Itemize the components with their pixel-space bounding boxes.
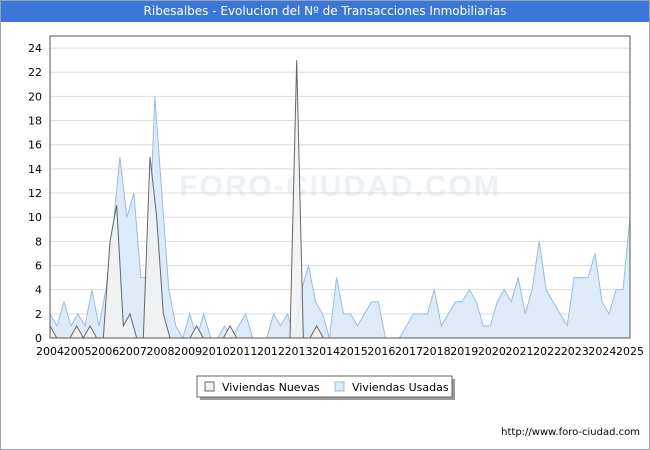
legend-swatch-viviendas-nuevas <box>204 381 215 392</box>
legend-label-viviendas-usadas: Viviendas Usadas <box>352 381 449 394</box>
y-tick-label: 12 <box>28 187 42 200</box>
x-tick-label: 2023 <box>561 345 589 358</box>
x-tick-label: 2011 <box>229 345 257 358</box>
x-tick-label: 2017 <box>395 345 423 358</box>
x-tick-label: 2024 <box>588 345 616 358</box>
x-tick-label: 2021 <box>506 345 534 358</box>
y-tick-label: 10 <box>28 211 42 224</box>
y-tick-label: 16 <box>28 139 42 152</box>
chart-canvas: FORO-CIUDAD.COM 024681012141618202224 20… <box>28 35 644 400</box>
x-tick-label: 2014 <box>312 345 340 358</box>
x-tick-label: 2018 <box>423 345 451 358</box>
legend-swatch-viviendas-usadas <box>334 381 345 392</box>
y-axis-ticks: 024681012141618202224 <box>28 42 42 345</box>
x-tick-label: 2004 <box>36 345 64 358</box>
x-tick-label: 2025 <box>616 345 644 358</box>
x-axis-ticks: 2004 2005 2006 2007 2008 2009 2010 2011 2012 2013… <box>36 345 644 358</box>
y-tick-label: 22 <box>28 66 42 79</box>
x-tick-label: 2010 <box>202 345 230 358</box>
y-tick-label: 8 <box>35 235 42 248</box>
y-tick-label: 14 <box>28 163 42 176</box>
x-tick-label: 2012 <box>257 345 285 358</box>
y-tick-label: 2 <box>35 308 42 321</box>
legend-label-viviendas-nuevas: Viviendas Nuevas <box>222 381 320 394</box>
x-tick-label: 2019 <box>450 345 478 358</box>
footer-url: http://www.foro-ciudad.com <box>501 427 640 438</box>
x-tick-label: 2009 <box>174 345 202 358</box>
y-tick-label: 0 <box>35 332 42 345</box>
y-tick-label: 24 <box>28 42 42 55</box>
y-tick-label: 4 <box>35 284 42 297</box>
x-tick-label: 2022 <box>533 345 561 358</box>
x-tick-label: 2016 <box>367 345 395 358</box>
x-tick-label: 2015 <box>340 345 368 358</box>
y-tick-label: 20 <box>28 90 42 103</box>
y-tick-label: 18 <box>28 115 42 128</box>
legend: Viviendas Nuevas Viviendas Usadas <box>196 375 455 400</box>
x-tick-label: 2005 <box>64 345 92 358</box>
x-tick-label: 2013 <box>285 345 313 358</box>
x-tick-label: 2008 <box>146 345 174 358</box>
y-tick-label: 6 <box>35 260 42 273</box>
x-tick-label: 2020 <box>478 345 506 358</box>
watermark: FORO-CIUDAD.COM <box>179 170 501 203</box>
x-tick-label: 2007 <box>119 345 147 358</box>
x-tick-label: 2006 <box>91 345 119 358</box>
